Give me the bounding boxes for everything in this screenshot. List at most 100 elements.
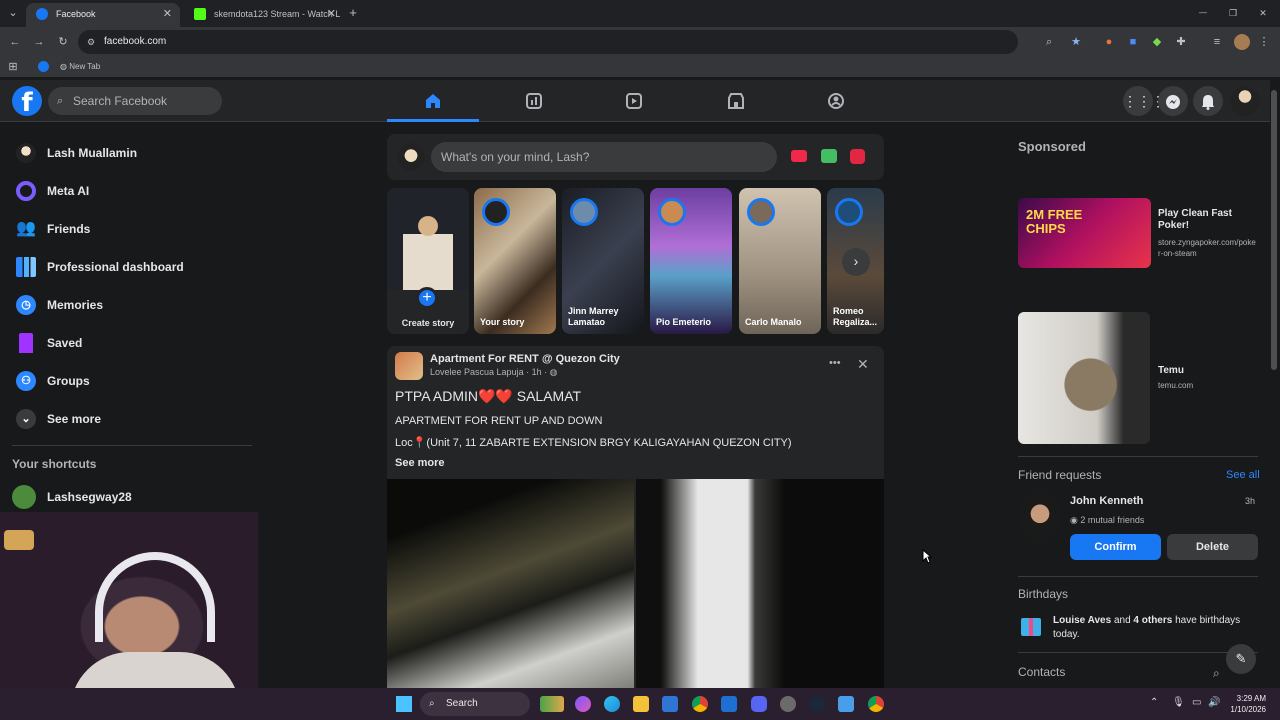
sidebar-item-profile[interactable]: Lash Muallamin <box>12 135 252 171</box>
meta-ai-icon <box>16 181 36 201</box>
story-card[interactable]: Jinn Marrey Lamatao <box>562 188 644 334</box>
friend-request-avatar[interactable] <box>1018 494 1062 538</box>
address-bar[interactable]: ⚙ facebook.com ⌕ <box>78 30 1052 54</box>
stories-next-button[interactable]: › <box>842 248 870 276</box>
sidebar-item-meta-ai[interactable]: Meta AI <box>12 173 252 209</box>
sidebar-item-groups[interactable]: ⚇ Groups <box>12 363 252 399</box>
sidebar-item-see-more[interactable]: ⌄ See more <box>12 401 252 437</box>
zoom-icon[interactable]: ⌕ <box>1046 30 1052 54</box>
post-time[interactable]: 1h <box>532 367 542 377</box>
tab-home[interactable] <box>387 80 479 122</box>
post-photo-right[interactable] <box>636 479 884 688</box>
story-card[interactable]: Carlo Manalo <box>739 188 821 334</box>
birthday-text[interactable]: Louise Aves and 4 others have birthdays … <box>1053 614 1258 642</box>
facebook-logo[interactable]: f <box>12 86 42 118</box>
sidebar-item-memories[interactable]: ◷ Memories <box>12 287 252 323</box>
reload-icon[interactable]: ↻ <box>56 35 70 49</box>
post-close-button[interactable]: ✕ <box>857 356 869 373</box>
story-create[interactable]: + Create story <box>387 188 469 334</box>
edge-icon[interactable] <box>604 696 620 712</box>
taskbar-clock[interactable]: 3:29 AM 1/10/2026 <box>1224 693 1266 715</box>
post-author[interactable]: Lovelee Pascua Lapuja <box>430 367 524 377</box>
tab-facebook[interactable]: Facebook ✕ <box>26 3 180 27</box>
app-icon[interactable] <box>780 696 796 712</box>
profile-avatar[interactable] <box>1234 34 1250 50</box>
forward-icon[interactable]: → <box>32 35 46 49</box>
tab-marketplace[interactable] <box>690 80 782 122</box>
group-avatar[interactable] <box>395 352 423 380</box>
friend-request-name[interactable]: John Kenneth <box>1070 495 1143 507</box>
birthday-name: Louise Aves <box>1053 615 1112 626</box>
reading-list-icon[interactable]: ≡ <box>1210 35 1224 49</box>
story-name: Romeo Regaliza... <box>833 306 878 327</box>
notepad-icon[interactable] <box>838 696 854 712</box>
photo-video-icon[interactable] <box>821 149 837 163</box>
restore-button[interactable]: ❐ <box>1226 6 1240 20</box>
see-more-link[interactable]: See more <box>395 457 445 469</box>
story-card[interactable]: Your story <box>474 188 556 334</box>
close-tab-icon[interactable]: ✕ <box>327 3 336 25</box>
browser-menu-icon[interactable]: ⋮ <box>1258 35 1270 49</box>
sidebar-item-friends[interactable]: 👥 Friends <box>12 211 252 247</box>
search-input[interactable]: ⌕ Search Facebook <box>48 87 222 115</box>
notifications-button[interactable] <box>1193 86 1223 116</box>
new-tab-button[interactable]: + <box>346 6 360 20</box>
site-info-icon[interactable]: ⚙ <box>87 30 95 54</box>
composer-input[interactable]: What's on your mind, Lash? <box>431 142 777 172</box>
extension-icon[interactable]: ◆ <box>1150 35 1164 49</box>
tab-search-icon[interactable]: ⌄ <box>6 6 20 20</box>
tab-stream[interactable]: skemdota123 Stream - Watch L ✕ <box>184 3 344 27</box>
volume-icon[interactable]: 🔊 <box>1208 697 1220 708</box>
extension-icon[interactable]: ■ <box>1126 35 1140 49</box>
back-icon[interactable]: ← <box>8 35 22 49</box>
delete-button[interactable]: Delete <box>1167 534 1258 560</box>
extension-icon[interactable]: ● <box>1102 35 1116 49</box>
live-video-icon[interactable] <box>791 150 807 162</box>
reel-icon[interactable] <box>850 149 865 164</box>
apps-grid-icon[interactable]: ⊞ <box>6 60 20 74</box>
sidebar-item-professional-dashboard[interactable]: Professional dashboard <box>12 249 252 285</box>
close-window-button[interactable]: ✕ <box>1256 6 1270 20</box>
post-group-name[interactable]: Apartment For RENT @ Quezon City <box>430 353 620 365</box>
bookmark-new-tab[interactable]: ◍ New Tab <box>60 61 100 73</box>
steam-icon[interactable] <box>809 696 825 712</box>
story-card[interactable]: Pio Emeterio <box>650 188 732 334</box>
post-photo-left[interactable] <box>387 479 634 688</box>
tray-chevron-icon[interactable]: ⌃ <box>1150 697 1158 708</box>
ad-poker[interactable]: 2M FREE CHIPS Play Clean Fast Poker! sto… <box>1018 198 1258 270</box>
confirm-button[interactable]: Confirm <box>1070 534 1161 560</box>
taskbar-search[interactable]: ⌕ Search <box>420 692 530 716</box>
copilot-icon[interactable] <box>575 696 591 712</box>
bookmark-star-icon[interactable]: ★ <box>1069 35 1083 49</box>
account-avatar[interactable] <box>1230 86 1260 116</box>
discord-icon[interactable] <box>751 696 767 712</box>
new-message-button[interactable]: ✎ <box>1226 644 1256 674</box>
close-tab-icon[interactable]: ✕ <box>163 3 172 25</box>
see-all-link[interactable]: See all <box>1226 469 1260 481</box>
home-icon <box>426 93 440 108</box>
tab-profile[interactable] <box>790 80 882 122</box>
ad-temu[interactable]: Temu temu.com <box>1018 312 1258 444</box>
sidebar-item-saved[interactable]: Saved <box>12 325 252 361</box>
network-icon[interactable]: ▭ <box>1192 697 1201 708</box>
microphone-icon[interactable]: 🎙 <box>1172 697 1185 708</box>
story-name: Pio Emeterio <box>656 317 712 327</box>
mail-icon[interactable] <box>721 696 737 712</box>
post-options-button[interactable]: ••• <box>829 357 841 369</box>
file-explorer-icon[interactable] <box>633 696 649 712</box>
shortcut-item[interactable]: Lashsegway28 <box>12 479 252 515</box>
chrome-icon[interactable] <box>692 696 708 712</box>
store-icon[interactable] <box>662 696 678 712</box>
facebook-bookmark-icon[interactable] <box>38 61 49 72</box>
minimize-button[interactable]: — <box>1196 6 1210 20</box>
page-scrollbar[interactable] <box>1271 90 1277 370</box>
tab-reels[interactable] <box>588 80 680 122</box>
chrome-icon[interactable] <box>868 696 884 712</box>
extensions-puzzle-icon[interactable]: ✚ <box>1174 35 1188 49</box>
widgets-icon[interactable] <box>540 696 564 712</box>
windows-start-icon[interactable] <box>396 696 412 712</box>
menu-grid-button[interactable]: ⋮⋮⋮ <box>1123 86 1165 116</box>
messenger-button[interactable] <box>1158 86 1188 116</box>
contacts-search-icon[interactable]: ⌕ <box>1213 666 1220 681</box>
tab-dashboard[interactable] <box>488 80 580 122</box>
